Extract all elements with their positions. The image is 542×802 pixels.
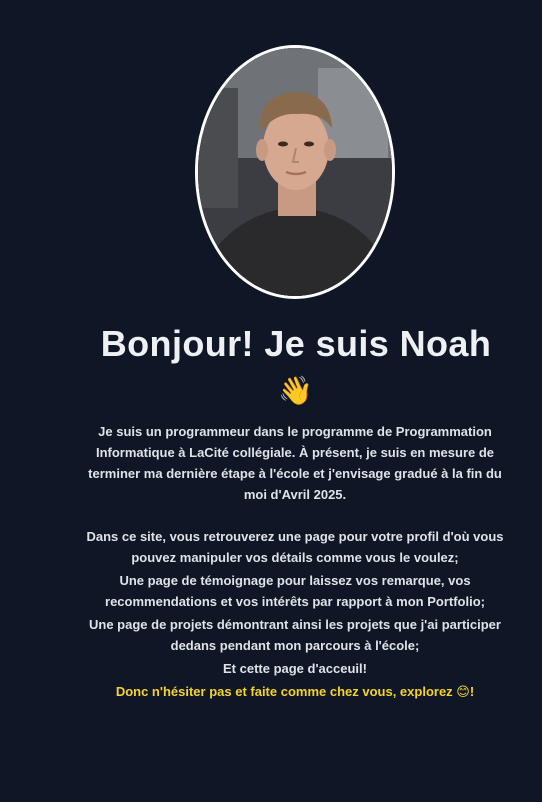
intro-paragraph: Je suis un programmeur dans le programme… <box>88 424 502 502</box>
testimonial-page-description: Une page de témoignage pour laissez vos … <box>105 573 485 609</box>
profile-photo <box>195 45 395 299</box>
intro-section: Je suis un programmeur dans le programme… <box>80 421 510 702</box>
page-title-text: Bonjour! Je suis Noah <box>100 323 492 364</box>
profile-page-description: Dans ce site, vous retrouverez une page … <box>86 529 504 565</box>
home-page-description: Et cette page d'acceuil! <box>223 661 367 676</box>
profile-photo-illustration <box>198 48 392 296</box>
call-to-action: Donc n'hésiter pas et faite comme chez v… <box>115 684 475 699</box>
waving-hand-icon: 👋 <box>278 375 314 406</box>
projects-page-description: Une page de projets démontrant ainsi les… <box>89 617 501 653</box>
page-title: Bonjour! Je suis Noah 👋 <box>70 322 522 411</box>
